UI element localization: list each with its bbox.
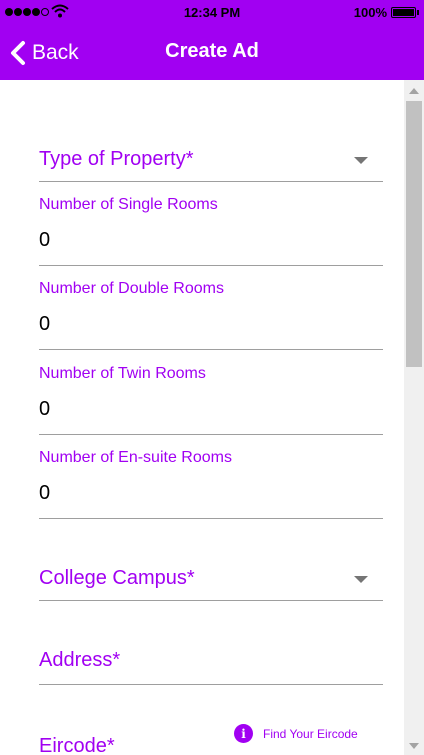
ensuite-rooms-value[interactable]: 0 (39, 482, 50, 505)
single-rooms-field[interactable]: Number of Single Rooms 0 (39, 196, 383, 266)
twin-rooms-field[interactable]: Number of Twin Rooms 0 (39, 365, 383, 435)
nav-bar: Back Create Ad (0, 26, 424, 80)
battery-percentage: 100% (353, 5, 387, 20)
single-rooms-label: Number of Single Rooms (39, 196, 218, 213)
form-content: Type of Property* Number of Single Rooms… (0, 80, 404, 755)
battery-nub (417, 10, 419, 15)
dropdown-arrow-icon (354, 576, 368, 583)
find-eircode-link[interactable]: i Find Your Eircode (234, 724, 358, 743)
battery-icon (391, 7, 416, 18)
twin-rooms-label: Number of Twin Rooms (39, 365, 206, 382)
double-rooms-field[interactable]: Number of Double Rooms 0 (39, 280, 383, 350)
single-rooms-value[interactable]: 0 (39, 229, 50, 252)
find-eircode-label: Find Your Eircode (263, 726, 358, 741)
address-input[interactable]: Address* (39, 643, 383, 685)
scrollbar-thumb[interactable] (406, 101, 422, 367)
info-icon: i (234, 724, 253, 743)
college-campus-label: College Campus* (39, 567, 195, 589)
scroll-down-arrow-icon[interactable] (409, 743, 419, 749)
twin-rooms-value[interactable]: 0 (39, 398, 50, 421)
scroll-up-arrow-icon[interactable] (409, 88, 419, 94)
double-rooms-value[interactable]: 0 (39, 313, 50, 336)
address-label: Address* (39, 649, 121, 671)
double-rooms-label: Number of Double Rooms (39, 280, 224, 297)
scrollbar[interactable] (404, 80, 424, 755)
ensuite-rooms-label: Number of En-suite Rooms (39, 449, 232, 466)
dropdown-arrow-icon (354, 157, 368, 164)
page-title: Create Ad (165, 40, 259, 62)
status-bar: 12:34 PM 100% (0, 0, 424, 26)
type-of-property-select[interactable]: Type of Property* (39, 140, 383, 182)
type-of-property-label: Type of Property* (39, 148, 194, 170)
college-campus-select[interactable]: College Campus* (39, 559, 383, 601)
ensuite-rooms-field[interactable]: Number of En-suite Rooms 0 (39, 449, 383, 519)
eircode-label: Eircode* (39, 735, 115, 755)
